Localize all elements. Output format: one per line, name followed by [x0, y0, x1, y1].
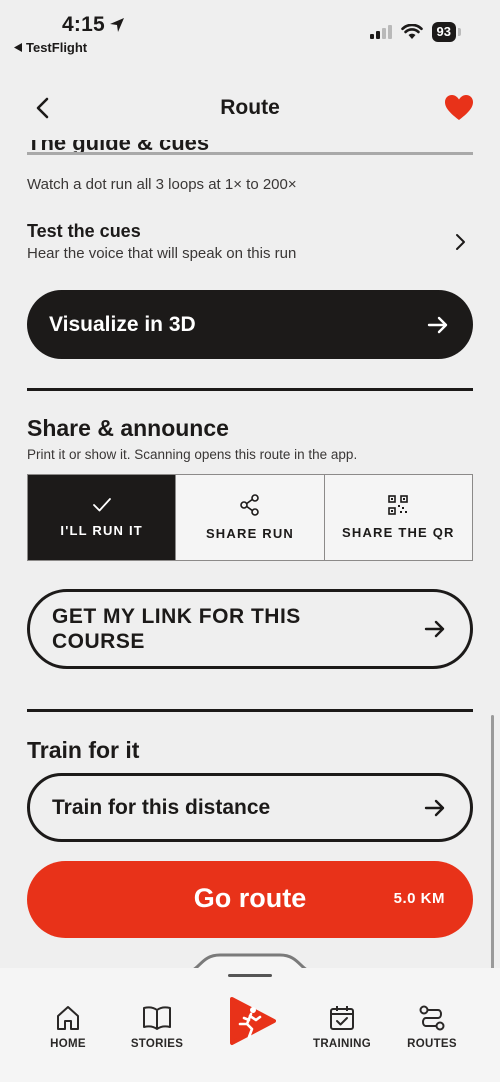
qr-icon [388, 495, 409, 515]
option-label: SHARE THE QR [342, 525, 455, 540]
status-indicators: 93 [369, 22, 462, 42]
option-ill-run-it[interactable]: I'LL RUN IT [28, 475, 177, 560]
nav-label: STORIES [130, 1038, 184, 1050]
section-divider [27, 709, 473, 712]
page-title: Route [220, 96, 280, 119]
nav-label: ROUTES [407, 1038, 457, 1050]
train-distance-label: Train for this distance [52, 795, 271, 819]
get-course-link-button[interactable]: GET MY LINK FOR THIS COURSE [27, 589, 473, 669]
book-icon [143, 1006, 171, 1030]
run-play-icon[interactable] [226, 996, 276, 1046]
status-time: 4:15 [62, 13, 125, 37]
home-icon [57, 1006, 79, 1030]
nav-training[interactable]: TRAINING [302, 1004, 382, 1050]
option-share-run[interactable]: SHARE RUN [176, 475, 325, 560]
status-time-text: 4:15 [62, 13, 105, 36]
test-cues-row[interactable]: Test the cues Hear the voice that will s… [27, 221, 473, 262]
guide-subtitle: Watch a dot run all 3 loops at 1× to 200… [27, 176, 297, 193]
share-section-title: Share & announce [27, 415, 229, 441]
test-cues-subtitle: Hear the voice that will speak on this r… [27, 245, 297, 262]
back-triangle-icon [14, 43, 22, 52]
chevron-right-icon [456, 234, 465, 250]
nav-handle [228, 974, 272, 977]
option-share-qr[interactable]: SHARE THE QR [324, 475, 472, 560]
arrow-right-icon [427, 316, 448, 333]
battery-indicator: 93 [431, 22, 462, 42]
nav-routes[interactable]: ROUTES [392, 1004, 472, 1050]
arrow-right-icon [424, 620, 445, 638]
calendar-check-icon [330, 1006, 354, 1030]
location-arrow-icon [109, 18, 124, 32]
train-section-title: Train for it [27, 737, 140, 763]
train-distance-button[interactable]: Train for this distance [27, 773, 473, 842]
top-bar: Route [0, 82, 500, 134]
nav-stories[interactable]: STORIES [117, 1004, 197, 1050]
routes-icon [419, 1005, 445, 1031]
visualize-3d-label: Visualize in 3D [49, 312, 196, 336]
link-label-line2: COURSE [52, 630, 145, 653]
nav-label: HOME [50, 1038, 86, 1050]
status-bar: 4:15 TestFlight 93 [0, 0, 500, 60]
scrollbar[interactable] [491, 715, 494, 970]
nav-label: TRAINING [313, 1038, 371, 1050]
signal-icon [369, 25, 392, 39]
go-route-button[interactable]: Go route 5.0 KM [27, 861, 473, 938]
link-label-line1: GET MY LINK FOR THIS [52, 605, 301, 628]
get-course-link-label: GET MY LINK FOR THIS COURSE [52, 604, 301, 654]
route-distance: 5.0 KM [393, 890, 445, 907]
wifi-icon [400, 24, 423, 39]
option-label: I'LL RUN IT [60, 523, 143, 538]
section-divider [27, 388, 473, 391]
arrow-right-icon [424, 799, 445, 816]
share-icon [240, 494, 259, 516]
share-section-subtitle: Print it or show it. Scanning opens this… [27, 447, 358, 462]
option-label: SHARE RUN [205, 526, 295, 541]
test-cues-title: Test the cues [27, 221, 141, 241]
favorite-heart-icon[interactable] [444, 94, 474, 122]
back-app-label: TestFlight [26, 40, 88, 55]
nav-home[interactable]: HOME [28, 1004, 108, 1050]
scroll-edge-divider [27, 152, 473, 155]
check-icon [92, 498, 111, 512]
back-to-app-link[interactable]: TestFlight [14, 40, 87, 55]
visualize-3d-button[interactable]: Visualize in 3D [27, 290, 473, 359]
share-mode-selector: I'LL RUN IT SHARE RUN SHARE THE QR [27, 474, 473, 561]
